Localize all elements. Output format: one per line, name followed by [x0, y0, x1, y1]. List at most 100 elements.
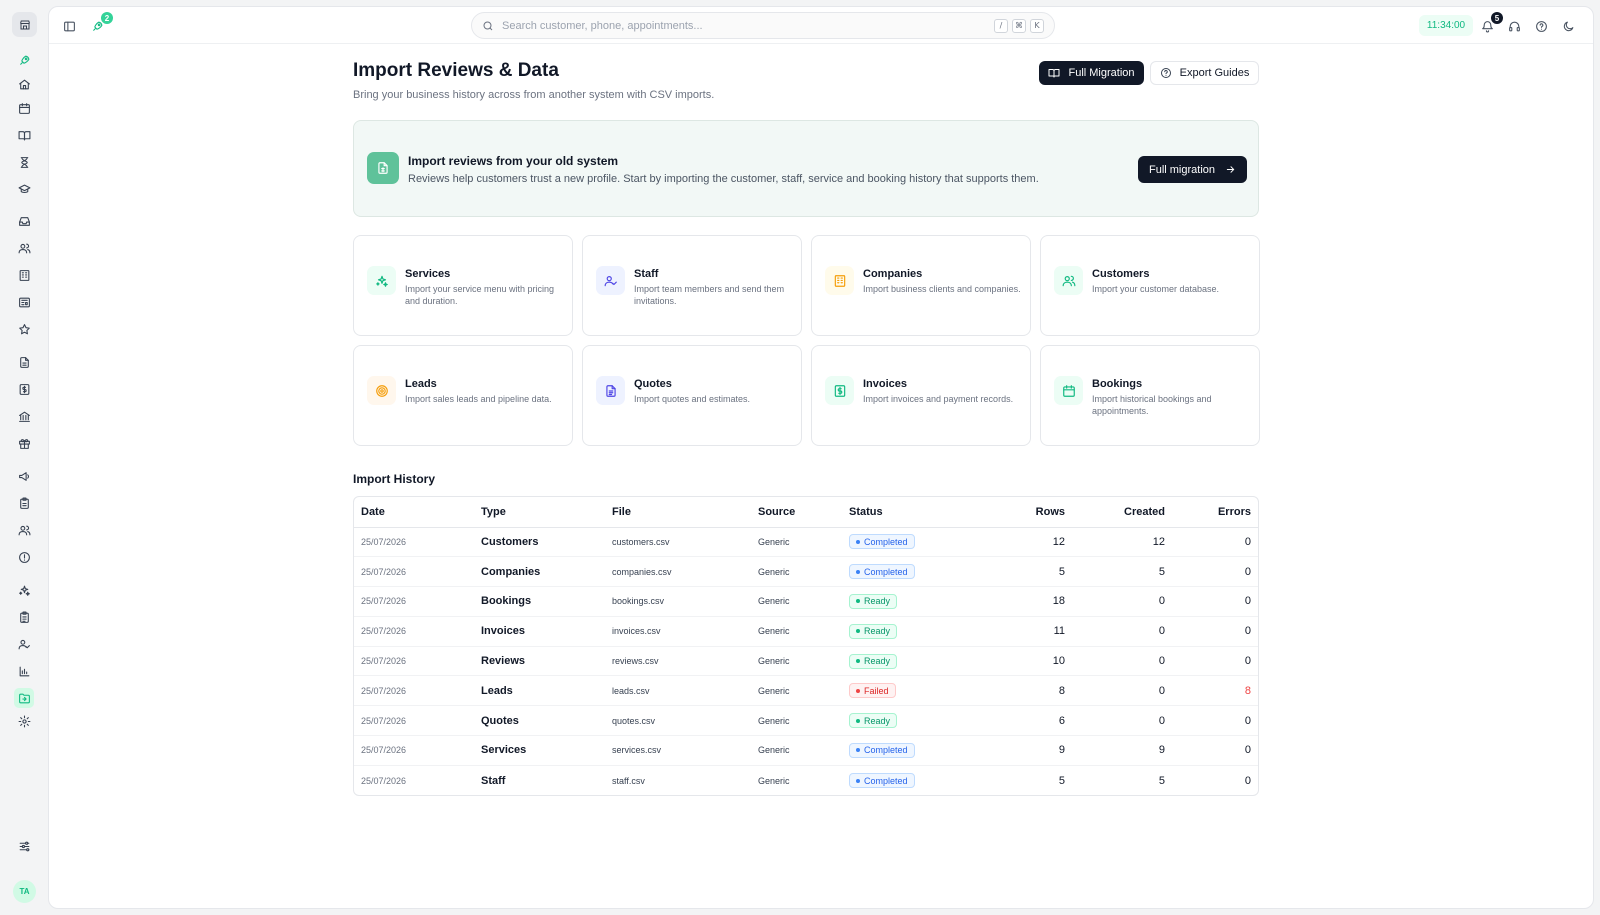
status-dot — [856, 718, 860, 723]
rocket-icon[interactable]: 2 — [87, 12, 113, 36]
created-cell: 12 — [1072, 527, 1172, 558]
status-dot — [856, 659, 860, 664]
table-row[interactable]: 25/07/2026 Reviews reviews.csv Generic Ready… — [354, 646, 1258, 677]
moon-icon[interactable] — [1558, 16, 1578, 36]
type-cell: Staff — [481, 774, 506, 787]
status-badge: Ready — [849, 713, 898, 729]
source-cell: Generic — [751, 556, 842, 588]
created-cell: 5 — [1158, 774, 1165, 787]
source-cell: Generic — [751, 616, 842, 647]
home-icon[interactable] — [14, 74, 34, 94]
import-card-services[interactable]: Services Import your service menu with pr… — [353, 235, 573, 336]
import-type-cards: Services Import your service menu with pr… — [353, 235, 1260, 446]
status-dot — [856, 748, 860, 753]
date-cell: 25/07/2026 — [354, 705, 474, 737]
table-row[interactable]: 25/07/2026 Quotes quotes.csv Generic Ready 6 0… — [354, 705, 1258, 737]
search-bar[interactable]: / ⌘ K — [471, 12, 1055, 39]
column-header[interactable]: Created — [1072, 497, 1172, 528]
full-migration-button[interactable]: Full Migration — [1039, 61, 1144, 85]
table-row[interactable]: 25/07/2026 Staff staff.csv Generic Completed… — [354, 765, 1258, 795]
column-header[interactable]: Source — [751, 497, 842, 528]
settings-icon[interactable] — [14, 711, 34, 731]
star-icon[interactable] — [14, 319, 34, 339]
rows-cell: 11 — [972, 616, 1072, 647]
clipboard-list-icon[interactable] — [14, 607, 34, 627]
toggle-sidebar-icon[interactable] — [59, 16, 79, 36]
gift-icon[interactable] — [14, 433, 34, 453]
table-row[interactable]: 25/07/2026 Customers customers.csv Generic C… — [354, 527, 1258, 558]
import-card-companies[interactable]: Companies Import business clients and com… — [811, 235, 1031, 336]
rows-cell: 12 — [972, 527, 1072, 558]
import-card-customers[interactable]: Customers Import your customer database. — [1040, 235, 1260, 336]
type-cell: Customers — [474, 527, 605, 558]
status-cell: Ready — [842, 586, 972, 617]
import-card-invoices[interactable]: Invoices Import invoices and payment reco… — [811, 345, 1031, 446]
sparkles-icon[interactable] — [14, 580, 34, 600]
banner-full-migration-button[interactable]: Full migration — [1138, 156, 1247, 183]
status-label: Ready — [864, 715, 891, 726]
export-guides-button[interactable]: Export Guides — [1150, 61, 1259, 85]
import-card-quotes[interactable]: Quotes Import quotes and estimates. — [582, 345, 802, 446]
import-history-table: Date Type File Source Status Rows Create… — [353, 496, 1259, 797]
sliders-icon[interactable] — [14, 836, 34, 856]
search-input[interactable] — [502, 19, 990, 32]
source-cell: Generic — [751, 705, 842, 737]
date-cell: 25/07/2026 — [354, 586, 474, 617]
status-cell: Failed — [842, 675, 972, 707]
calendar-icon[interactable] — [14, 98, 34, 118]
import-card-leads[interactable]: Leads Import sales leads and pipeline dat… — [353, 345, 573, 446]
invoice-icon — [825, 376, 854, 405]
table-row[interactable]: 25/07/2026 Invoices invoices.csv Generic Rea… — [354, 616, 1258, 647]
user-check-icon[interactable] — [14, 634, 34, 654]
column-header[interactable]: Rows — [972, 497, 1072, 528]
column-header[interactable]: Type — [474, 497, 605, 528]
store-logo-icon[interactable] — [12, 12, 37, 37]
user-avatar[interactable]: TA — [13, 880, 36, 903]
column-header[interactable]: File — [605, 497, 751, 528]
table-row[interactable]: 25/07/2026 Bookings bookings.csv Generic Rea… — [354, 586, 1258, 617]
status-label: Ready — [864, 596, 891, 607]
hourglass-icon[interactable] — [14, 152, 34, 172]
card-description: Import sales leads and pipeline data. — [405, 394, 552, 404]
table-row[interactable]: 25/07/2026 Leads leads.csv Generic Failed 8 0 8 — [354, 675, 1258, 707]
alert-circle-icon[interactable] — [14, 547, 34, 567]
status-badge: Ready — [849, 653, 898, 669]
graduation-cap-icon[interactable] — [14, 179, 34, 199]
status-dot — [856, 569, 860, 574]
help-icon[interactable] — [1531, 16, 1551, 36]
table-row[interactable]: 25/07/2026 Companies companies.csv Generic C… — [354, 556, 1258, 588]
headset-icon[interactable] — [1504, 16, 1524, 36]
column-header[interactable]: Errors — [1172, 497, 1258, 528]
newspaper-icon[interactable] — [14, 292, 34, 312]
date-cell: 25/07/2026 — [354, 616, 474, 647]
clipboard-icon[interactable] — [14, 493, 34, 513]
book-icon[interactable] — [14, 125, 34, 145]
megaphone-icon[interactable] — [14, 466, 34, 486]
import-card-staff[interactable]: Staff Import team members and send them i… — [582, 235, 802, 336]
status-cell: Ready — [842, 646, 972, 677]
status-badge: Failed — [849, 683, 896, 699]
users-icon[interactable] — [14, 238, 34, 258]
bell-icon[interactable]: 5 — [1477, 12, 1503, 36]
folder-import-icon[interactable] — [14, 688, 34, 708]
created-cell: 0 — [1072, 705, 1172, 737]
sparkles-icon — [367, 266, 396, 295]
import-card-bookings[interactable]: Bookings Import historical bookings and a… — [1040, 345, 1260, 446]
date-cell: 25/07/2026 — [354, 735, 474, 766]
team-icon[interactable] — [14, 520, 34, 540]
column-header[interactable]: Status — [842, 497, 972, 528]
errors-cell: 0 — [1172, 527, 1258, 558]
bar-chart-icon[interactable] — [14, 661, 34, 681]
status-cell: Completed — [842, 527, 972, 558]
receipt-icon[interactable] — [14, 379, 34, 399]
bank-icon[interactable] — [14, 406, 34, 426]
file-icon[interactable] — [14, 352, 34, 372]
source-cell: Generic — [758, 775, 790, 786]
building-icon[interactable] — [14, 265, 34, 285]
inbox-icon[interactable] — [14, 211, 34, 231]
column-header[interactable]: Date — [354, 497, 474, 528]
status-dot — [856, 688, 860, 693]
rocket-icon[interactable] — [14, 50, 34, 70]
table-row[interactable]: 25/07/2026 Services services.csv Generic Com… — [354, 735, 1258, 766]
card-description: Import your customer database. — [1092, 284, 1220, 294]
